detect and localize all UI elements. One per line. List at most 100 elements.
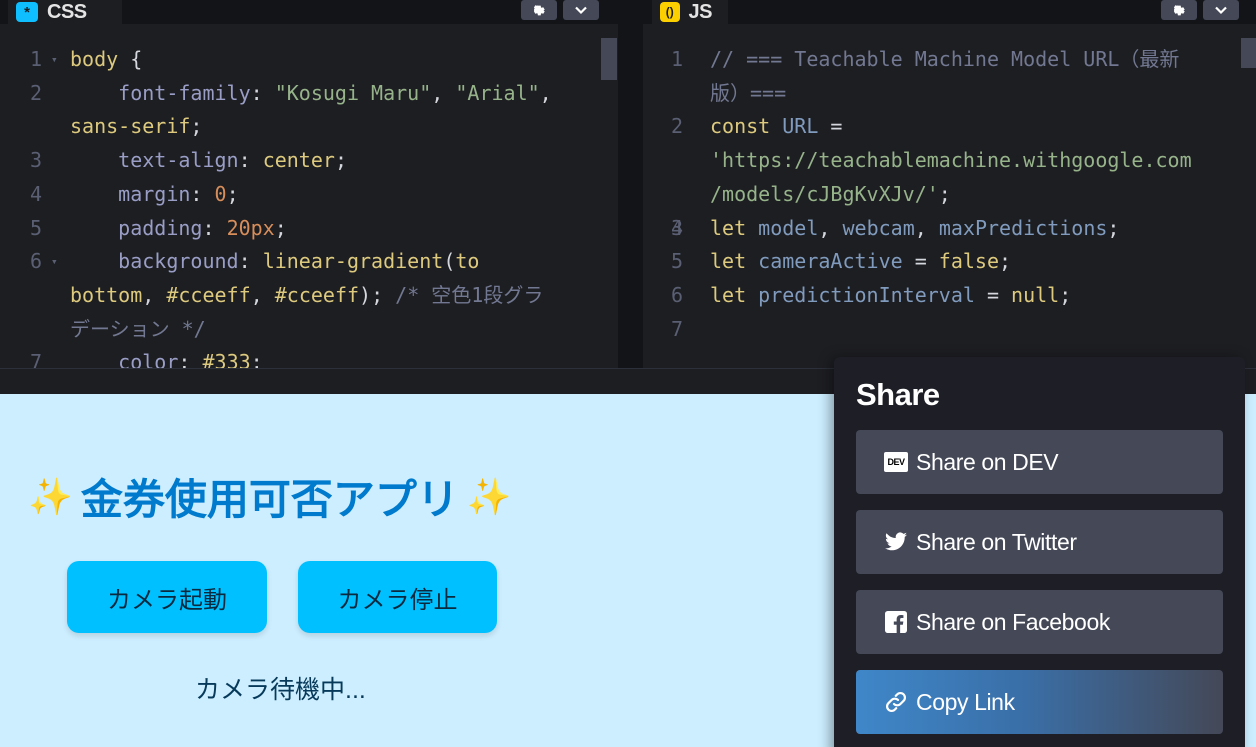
js-tab-title: JS	[688, 0, 713, 23]
code-token: {	[118, 47, 143, 71]
code-line[interactable]: 4 margin: 0;	[0, 178, 618, 212]
code-token: "Arial"	[455, 80, 540, 105]
sparkle-icon: ✨	[28, 475, 73, 517]
code-token: cameraActive	[758, 249, 903, 274]
js-code-area[interactable]: 1 // === Teachable Machine Model URL（最新版）…	[643, 43, 1256, 341]
fold-arrow-icon[interactable]: ▾	[51, 43, 58, 77]
css-code-area[interactable]: 1 ▾ body {2 font-family: "Kosugi Maru", "A…	[0, 43, 618, 368]
css-tab-title: CSS	[47, 0, 87, 23]
copy-link-button[interactable]: Copy Link	[856, 670, 1223, 734]
line-number: 3	[29, 148, 42, 173]
code-line[interactable]: 版）===	[643, 77, 1256, 111]
code-token: 20px	[226, 215, 275, 240]
code-line[interactable]: 'https://teachablemachine.withgoogle.com	[643, 144, 1256, 178]
code-token: body	[70, 47, 119, 71]
js-menu-button[interactable]	[1203, 0, 1239, 20]
code-token: :	[190, 181, 215, 206]
js-settings-button[interactable]	[1161, 0, 1197, 20]
camera-stop-button[interactable]: カメラ停止	[298, 561, 497, 633]
fold-arrow-icon[interactable]: ▾	[51, 245, 58, 279]
share-on-facebook-button[interactable]: Share on Facebook	[856, 590, 1223, 654]
code-line[interactable]: bottom, #cceeff, #cceeff); /* 空色1段グラ	[0, 279, 618, 313]
code-line[interactable]: 1 ▾ body {	[0, 43, 618, 77]
code-token: ,	[914, 215, 939, 240]
code-line[interactable]: 1 // === Teachable Machine Model URL（最新	[643, 43, 1256, 77]
code-token: false	[938, 249, 1000, 274]
code-line[interactable]: 4 let model, webcam, maxPredictions;	[643, 212, 1256, 246]
copy-link-label: Copy Link	[916, 688, 1015, 715]
app-title: ✨ 金券使用可否アプリ ✨	[28, 466, 512, 527]
css-badge-icon: *	[16, 2, 38, 22]
share-on-twitter-label: Share on Twitter	[916, 528, 1077, 555]
gear-icon	[533, 5, 545, 16]
code-token: =	[974, 282, 1012, 307]
js-tab[interactable]: () JS	[652, 0, 728, 24]
code-token: ,	[250, 282, 275, 307]
code-token: #333	[202, 350, 251, 368]
css-scrollbar-thumb[interactable]	[601, 38, 617, 80]
code-token: background	[118, 249, 239, 274]
chevron-down-icon	[1215, 6, 1227, 15]
camera-start-button[interactable]: カメラ起動	[67, 561, 267, 633]
code-token: ;	[1059, 282, 1072, 307]
line-number: 4	[670, 215, 683, 240]
code-token: :	[250, 80, 275, 105]
css-tab[interactable]: * CSS	[8, 0, 122, 24]
line-number: 2	[29, 80, 42, 105]
css-menu-button[interactable]	[563, 0, 599, 20]
code-line[interactable]: 6 ▾ background: linear-gradient(to	[0, 245, 618, 279]
code-token: ;	[999, 249, 1012, 274]
code-token: :	[238, 148, 263, 173]
share-on-facebook-label: Share on Facebook	[916, 608, 1110, 635]
code-token: #cceeff	[166, 282, 251, 307]
css-editor-pane[interactable]: * CSS 1 ▾ body {2 font-family: "Kosugi Mar…	[0, 0, 618, 368]
code-token: );	[359, 282, 396, 307]
code-token: font-family	[118, 80, 251, 105]
code-line[interactable]: 5 let cameraActive = false;	[643, 245, 1256, 279]
code-token: center	[262, 148, 335, 173]
pane-divider[interactable]	[618, 0, 643, 368]
code-token: ,	[818, 215, 843, 240]
code-token: ,	[431, 80, 456, 105]
code-token: ;	[250, 350, 263, 368]
sparkle-icon: ✨	[466, 475, 512, 517]
code-token: // === Teachable Machine Model URL（最新	[710, 47, 1180, 71]
line-number: 1	[670, 47, 683, 71]
app-title-text: 金券使用可否アプリ	[80, 476, 459, 523]
code-token: color	[118, 350, 179, 368]
code-line[interactable]: /models/cJBgKvXJv/';	[643, 178, 1256, 212]
code-line[interactable]: 3 text-align: center;	[0, 144, 618, 178]
code-token: #cceeff	[274, 282, 360, 307]
code-token: let	[710, 282, 747, 307]
code-token: linear-gradient	[262, 249, 444, 274]
chevron-down-icon	[575, 6, 587, 15]
share-on-twitter-button[interactable]: Share on Twitter	[856, 510, 1223, 574]
code-token: 'https://teachablemachine.withgoogle.com	[710, 148, 1192, 173]
js-scrollbar-thumb[interactable]	[1241, 38, 1256, 68]
code-token: ;	[1107, 215, 1120, 240]
code-token: 0	[214, 181, 227, 206]
code-line[interactable]: 7 color: #333;	[0, 346, 618, 368]
code-token: ;	[226, 181, 239, 206]
css-settings-button[interactable]	[521, 0, 557, 20]
code-line[interactable]: 2 font-family: "Kosugi Maru", "Arial",	[0, 77, 618, 111]
line-number: 6	[670, 282, 683, 307]
code-line[interactable]: デーション */	[0, 313, 618, 347]
code-line[interactable]: 5 padding: 20px;	[0, 212, 618, 246]
line-number: 4	[29, 181, 42, 206]
line-number: 7	[670, 316, 683, 341]
code-token: ;	[334, 148, 347, 173]
code-token: padding	[118, 215, 203, 240]
code-line[interactable]: sans-serif;	[0, 110, 618, 144]
js-editor-pane[interactable]: () JS 1 // === Teachable Machine Model UR…	[643, 0, 1256, 368]
camera-status-text: カメラ待機中...	[195, 676, 366, 704]
code-line[interactable]: 6 let predictionInterval = null;	[643, 279, 1256, 313]
code-token: model	[758, 215, 819, 240]
gear-icon	[1173, 5, 1185, 16]
share-title: Share	[856, 377, 940, 412]
share-on-dev-button[interactable]: DEV Share on DEV	[856, 430, 1223, 494]
code-line[interactable]: 2 const URL =	[643, 110, 1256, 144]
